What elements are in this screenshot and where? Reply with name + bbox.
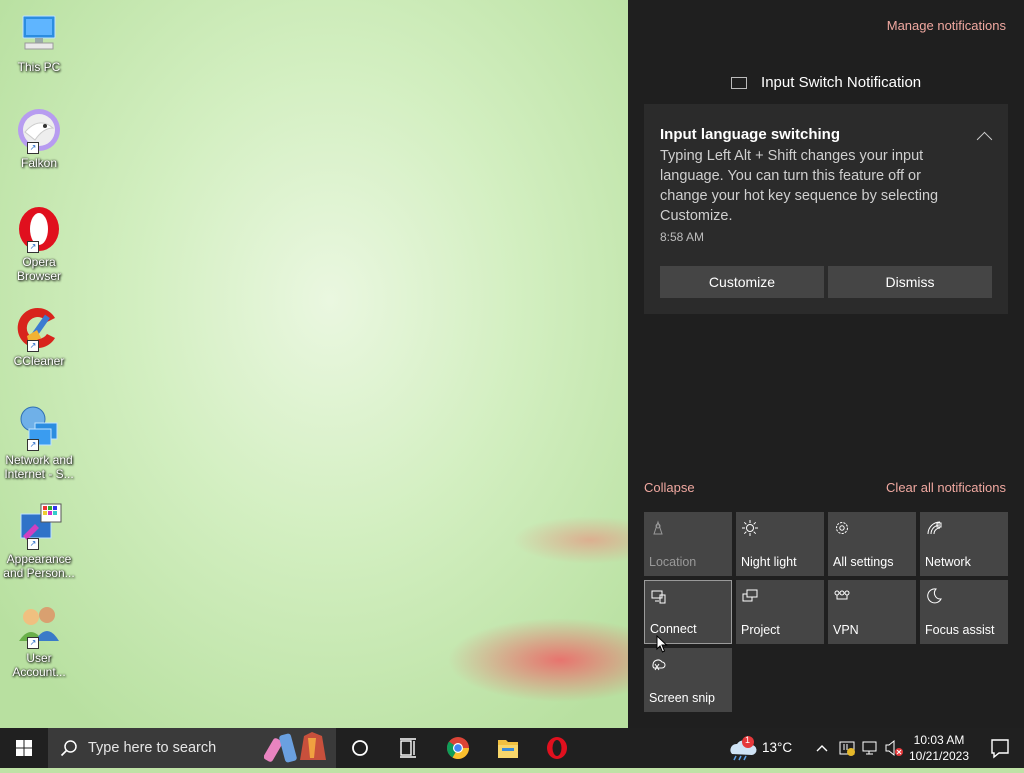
chevron-up-icon[interactable] (814, 740, 830, 756)
collapse-link[interactable]: Collapse (644, 480, 695, 495)
taskbar-file-explorer[interactable] (486, 728, 530, 768)
notification-bubble-icon (991, 739, 1009, 759)
desktop-icon-label: CCleaner (13, 354, 65, 368)
quick-action-label: Connect (650, 622, 697, 636)
desktop-icon-opera[interactable]: ↗ Opera Browser (2, 205, 76, 283)
desktop-icon-this-pc[interactable]: This PC (2, 10, 76, 74)
desktop-icon-label: This PC (17, 60, 61, 74)
brightness-icon (742, 520, 758, 536)
quick-action-project[interactable]: Project (736, 580, 824, 644)
taskbar-search-box[interactable]: Type here to search (48, 728, 336, 768)
taskbar-opera[interactable] (535, 728, 579, 768)
quick-action-label: Location (649, 555, 697, 569)
windows-logo-icon (16, 740, 32, 756)
mouse-cursor-icon (656, 635, 668, 653)
weather-temperature[interactable]: 13°C (762, 740, 792, 755)
quick-action-network[interactable]: Network (920, 512, 1008, 576)
notification-toast[interactable]: Input language switching Typing Left Alt… (644, 104, 1008, 314)
desktop-icon-falkon[interactable]: ↗ Falkon (2, 106, 76, 170)
shortcut-arrow-icon: ↗ (27, 142, 39, 154)
quick-action-all-settings[interactable]: All settings (828, 512, 916, 576)
search-highlight-icon (264, 732, 326, 763)
toast-timestamp: 8:58 AM (660, 230, 705, 244)
desktop-icon-label: Opera Browser (16, 255, 61, 283)
task-view-button[interactable] (386, 728, 430, 768)
ccleaner-icon: ↗ (15, 304, 63, 352)
quick-action-focus-assist[interactable]: Focus assist (920, 580, 1008, 644)
clear-all-notifications-link[interactable]: Clear all notifications (886, 480, 1006, 495)
toast-title: Input language switching (660, 126, 840, 143)
desktop: This PC ↗ Falkon ↗ Opera Browser ↗ CClea… (0, 0, 628, 728)
start-button[interactable] (0, 728, 48, 768)
taskbar-clock[interactable]: 10:03 AM 10/21/2023 (906, 732, 972, 764)
weather-cloud-icon[interactable] (728, 734, 758, 762)
network-desktop-icon[interactable] (861, 739, 879, 757)
vpn-icon (834, 588, 850, 604)
dismiss-button[interactable]: Dismiss (828, 266, 992, 298)
cortana-button[interactable] (338, 728, 382, 768)
quick-action-screen-snip[interactable]: Screen snip (644, 648, 732, 712)
project-icon (742, 588, 758, 604)
keyboard-icon (730, 77, 747, 90)
notifications-button[interactable] (976, 728, 1024, 768)
shortcut-arrow-icon: ↗ (27, 241, 39, 253)
taskbar: Type here to search 1 13°C 10:03 AM 10/2… (0, 728, 1024, 768)
desktop-icon-network-internet[interactable]: ↗ Network and Internet - S... (2, 403, 76, 481)
quick-action-label: Network (925, 555, 971, 569)
chevron-up-icon[interactable] (976, 131, 993, 148)
shortcut-arrow-icon: ↗ (27, 538, 39, 550)
wifi-icon (926, 520, 942, 536)
appearance-icon: ↗ (15, 502, 63, 550)
shortcut-arrow-icon: ↗ (27, 340, 39, 352)
quick-action-label: Focus assist (925, 623, 995, 637)
desktop-icon-ccleaner[interactable]: ↗ CCleaner (2, 304, 76, 368)
network-internet-icon: ↗ (15, 403, 63, 451)
clock-time: 10:03 AM (913, 733, 965, 747)
location-icon (650, 520, 666, 536)
quick-action-vpn[interactable]: VPN (828, 580, 916, 644)
opera-icon (547, 737, 567, 759)
weather-alert-badge: 1 (745, 735, 751, 745)
desktop-icon-label: Network and Internet - S... (4, 453, 74, 481)
quick-action-label: Project (741, 623, 780, 637)
cortana-circle-icon (352, 740, 368, 756)
screen-snip-icon (650, 656, 666, 672)
task-view-icon (400, 738, 416, 758)
user-accounts-icon: ↗ (15, 601, 63, 649)
opera-icon: ↗ (15, 205, 63, 253)
falkon-icon: ↗ (15, 106, 63, 154)
quick-action-location[interactable]: Location (644, 512, 732, 576)
quick-action-label: Night light (741, 555, 797, 569)
quick-action-label: VPN (833, 623, 859, 637)
clock-date: 10/21/2023 (908, 749, 970, 763)
quick-action-label: All settings (833, 555, 894, 569)
search-icon (60, 740, 77, 757)
search-placeholder: Type here to search (88, 740, 217, 756)
customize-button[interactable]: Customize (660, 266, 824, 298)
shortcut-arrow-icon: ↗ (27, 439, 39, 451)
notification-group-title: Input Switch Notification (761, 74, 922, 91)
connect-icon (651, 589, 667, 605)
manage-notifications-link[interactable]: Manage notifications (887, 18, 1006, 33)
notification-group-header: Input Switch Notification (628, 74, 1024, 91)
volume-muted-icon[interactable] (884, 739, 904, 757)
desktop-icon-label: Falkon (20, 156, 58, 170)
security-alert-icon[interactable] (838, 739, 856, 757)
desktop-icon-label: User Account... (12, 651, 66, 679)
gear-icon (834, 520, 850, 536)
chrome-icon (446, 737, 469, 759)
taskbar-chrome[interactable] (436, 728, 480, 768)
this-pc-icon (15, 10, 63, 58)
desktop-icon-appearance[interactable]: ↗ Appearance and Person... (2, 502, 76, 580)
desktop-icon-user-accounts[interactable]: ↗ User Account... (2, 601, 76, 679)
toast-body: Typing Left Alt + Shift changes your inp… (660, 148, 939, 224)
folder-icon (498, 740, 518, 758)
desktop-icon-label: Appearance and Person... (3, 552, 75, 580)
action-center: Manage notifications Input Switch Notifi… (628, 0, 1024, 728)
moon-icon (926, 588, 942, 604)
quick-action-label: Screen snip (649, 691, 716, 705)
quick-action-night-light[interactable]: Night light (736, 512, 824, 576)
shortcut-arrow-icon: ↗ (27, 637, 39, 649)
